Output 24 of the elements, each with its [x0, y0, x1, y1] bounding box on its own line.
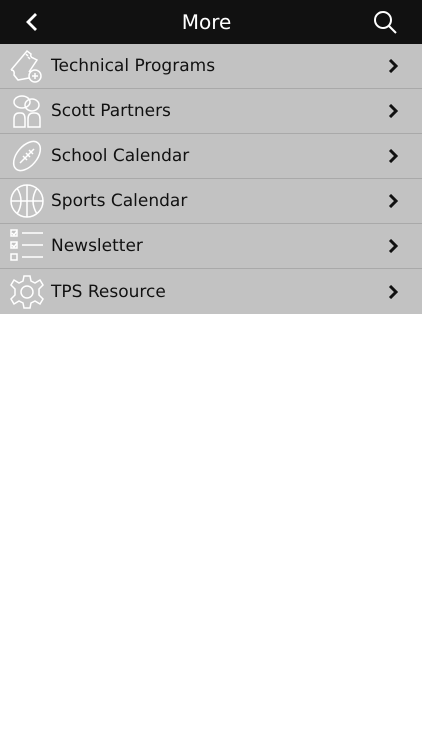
menu-item[interactable]: Newsletter	[0, 224, 422, 269]
chevron-right-icon	[388, 59, 398, 73]
chevron-right-icon	[388, 104, 398, 118]
chevron-right-icon	[388, 149, 398, 163]
menu-item-label: School Calendar	[51, 146, 190, 166]
menu-item[interactable]: Scott Partners	[0, 89, 422, 134]
menu-item[interactable]: TPS Resource	[0, 269, 422, 314]
checklist-icon	[9, 228, 45, 264]
chevron-right-icon	[388, 194, 398, 208]
menu-item-label: TPS Resource	[51, 282, 167, 302]
menu-item-label: Sports Calendar	[51, 191, 188, 211]
back-icon[interactable]	[24, 12, 40, 32]
menu-item[interactable]: School Calendar	[0, 134, 422, 179]
gear-icon	[9, 274, 45, 310]
basketball-icon	[9, 183, 45, 219]
menu-item-label: Technical Programs	[51, 56, 216, 76]
menu-item[interactable]: Sports Calendar	[0, 179, 422, 224]
screen-title: More	[182, 10, 232, 34]
menu-item[interactable]: Technical Programs	[0, 44, 422, 89]
menu-item-label: Newsletter	[51, 236, 144, 256]
search-icon[interactable]	[373, 10, 397, 34]
chevron-right-icon	[388, 239, 398, 253]
menu-item-label: Scott Partners	[51, 101, 172, 121]
chevron-right-icon	[388, 284, 398, 298]
